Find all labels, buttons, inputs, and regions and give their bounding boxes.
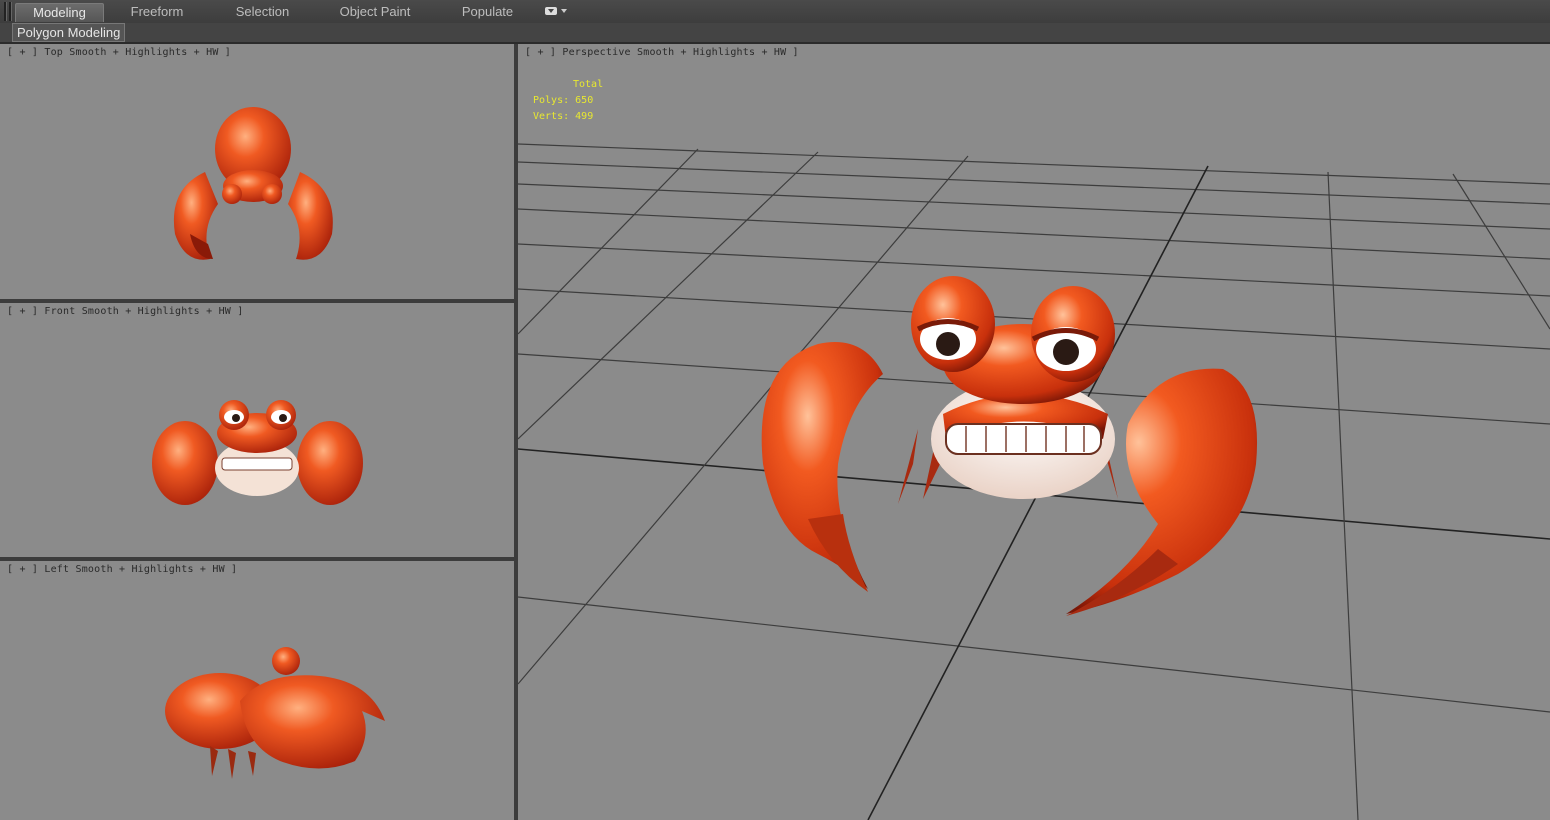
- tab-populate[interactable]: Populate: [445, 3, 530, 21]
- ribbon-tab-bar: Modeling Freeform Selection Object Paint…: [0, 0, 1550, 24]
- viewport-perspective[interactable]: [ + ] Perspective Smooth + Highlights + …: [518, 44, 1550, 820]
- viewport-top[interactable]: [ + ] Top Smooth + Highlights + HW ]: [0, 44, 514, 299]
- ribbon-grip-2[interactable]: [9, 2, 12, 21]
- tab-freeform[interactable]: Freeform: [112, 3, 202, 21]
- tab-selection[interactable]: Selection: [215, 3, 310, 21]
- crab-model-left[interactable]: [0, 561, 514, 820]
- crab-model-top[interactable]: [0, 44, 514, 299]
- menu-dropdown-icon[interactable]: [543, 5, 569, 19]
- polygon-modeling-panel-button[interactable]: Polygon Modeling: [12, 23, 126, 42]
- crab-model-front[interactable]: [0, 303, 514, 557]
- tab-modeling[interactable]: Modeling: [15, 3, 104, 22]
- viewport-front[interactable]: [ + ] Front Smooth + Highlights + HW ]: [0, 303, 514, 557]
- viewport-left[interactable]: [ + ] Left Smooth + Highlights + HW ]: [0, 561, 514, 820]
- crab-model-perspective[interactable]: [518, 44, 1550, 820]
- tab-object-paint[interactable]: Object Paint: [325, 3, 425, 21]
- ribbon-grip[interactable]: [4, 2, 7, 21]
- ribbon-panel-strip: Polygon Modeling: [0, 23, 1550, 44]
